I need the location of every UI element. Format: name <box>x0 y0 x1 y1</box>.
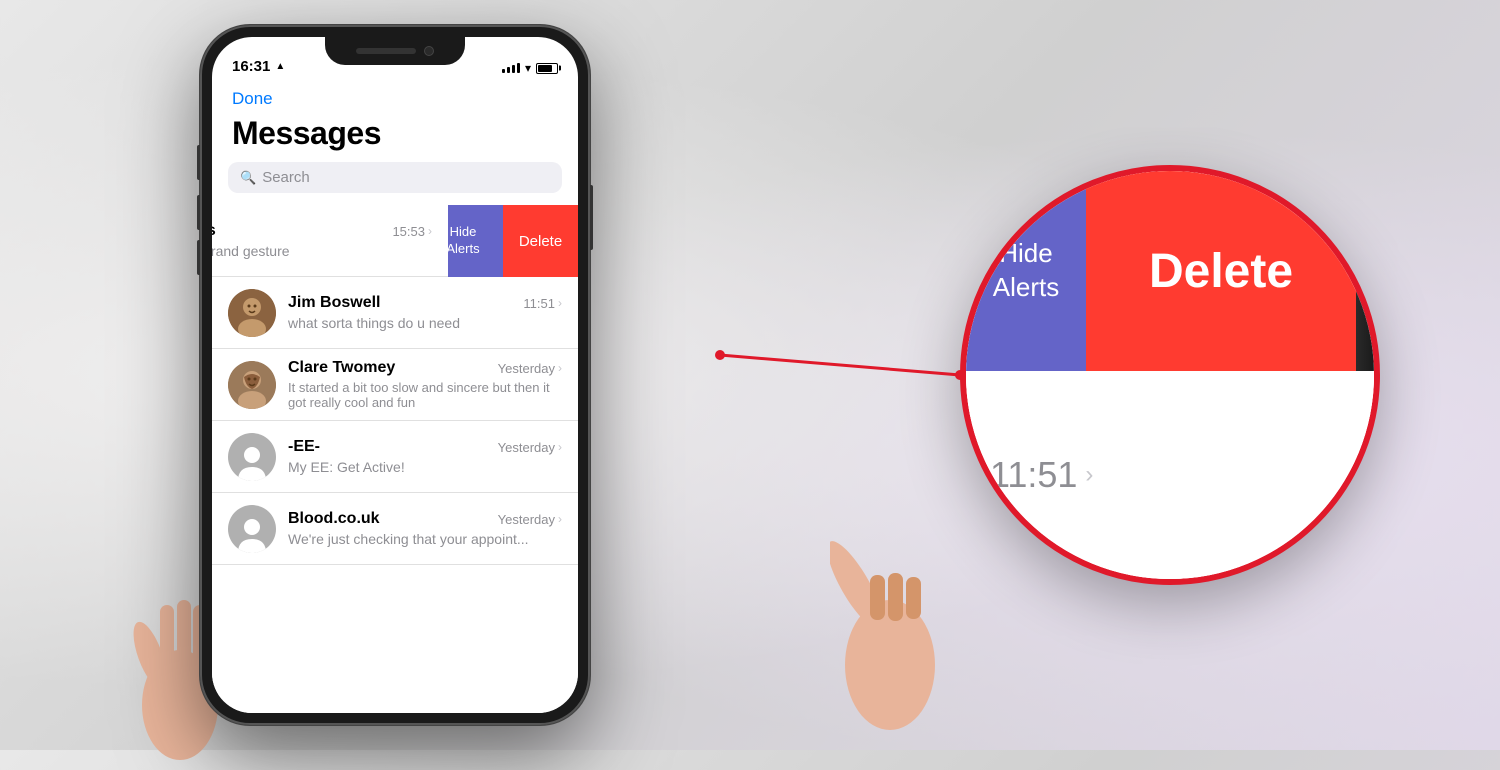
message-body: -EE- Yesterday › My EE: Get Active! <box>288 438 562 475</box>
phone-screen: 16:31 ▲ ▾ <box>212 37 578 713</box>
contact-name: Clare Twomey <box>288 359 395 377</box>
magnified-content: HideAlerts Delete 11:51 › <box>966 171 1374 579</box>
message-body: Jim Boswell 11:51 › what sorta things do… <box>288 294 562 331</box>
mag-top-section: HideAlerts Delete <box>966 171 1374 371</box>
table-row[interactable]: -EE- Yesterday › My EE: Get Active! <box>212 421 578 493</box>
message-preview: ...dly a grand gesture <box>212 243 432 259</box>
chevron-icon: › <box>558 440 562 454</box>
app-content: Done Messages 🔍 Search <box>212 81 578 713</box>
mag-time: 11:51 <box>990 454 1077 496</box>
contact-name: Blood.co.uk <box>288 510 380 528</box>
battery-icon <box>536 63 558 74</box>
message-body: ...wkins 15:53 › ...dly a grand gesture <box>212 222 432 259</box>
hawkins-row-container: H ...wkins 15:53 › ...dly a grand gestur… <box>212 205 578 277</box>
message-preview: My EE: Get Active! <box>288 459 562 475</box>
contact-name: ...wkins <box>212 222 216 240</box>
avatar <box>228 289 276 337</box>
message-time: 11:51 › <box>523 296 562 311</box>
mag-hide-alerts: HideAlerts <box>966 171 1086 371</box>
location-icon: ▲ <box>275 61 285 72</box>
message-time: Yesterday › <box>498 440 562 455</box>
avatar <box>228 505 276 553</box>
avatar <box>228 361 276 409</box>
hand-right <box>830 485 950 750</box>
page-title: Messages <box>212 113 578 162</box>
scene: 16:31 ▲ ▾ <box>0 0 1500 750</box>
search-bar[interactable]: 🔍 Search <box>228 162 562 193</box>
chevron-icon: › <box>558 512 562 526</box>
table-row[interactable]: Blood.co.uk Yesterday › We're just check… <box>212 493 578 565</box>
mag-delete-button[interactable]: Delete <box>1086 171 1356 371</box>
message-time: 15:53 › <box>392 224 432 239</box>
message-time: Yesterday › <box>498 361 562 376</box>
chevron-icon: › <box>558 296 562 310</box>
message-time: Yesterday › <box>498 512 562 527</box>
contact-name: -EE- <box>288 438 320 456</box>
phone-device: 16:31 ▲ ▾ <box>200 25 590 725</box>
phone-notch <box>325 37 465 65</box>
mag-delete-label: Delete <box>1149 244 1293 299</box>
magnified-circle: HideAlerts Delete 11:51 › <box>960 165 1380 585</box>
avatar <box>228 433 276 481</box>
message-list: H ...wkins 15:53 › ...dly a grand gestur… <box>212 205 578 565</box>
message-preview: what sorta things do u need <box>288 315 562 331</box>
message-preview: We're just checking that your appoint... <box>288 531 562 547</box>
done-button[interactable]: Done <box>232 89 273 109</box>
status-icons: ▾ <box>502 61 558 75</box>
status-time: 16:31 ▲ <box>232 58 285 75</box>
table-row[interactable]: Clare Twomey Yesterday › It started a bi… <box>212 349 578 421</box>
mag-phone-edge <box>1356 171 1374 371</box>
chevron-icon: › <box>558 361 562 375</box>
nav-bar: Done <box>212 81 578 113</box>
camera <box>424 46 434 56</box>
speaker <box>356 48 416 54</box>
mag-chevron-icon: › <box>1085 461 1093 489</box>
delete-button[interactable]: Delete <box>503 205 578 277</box>
contact-name: Jim Boswell <box>288 294 380 312</box>
message-preview: It started a bit too slow and sincere bu… <box>288 380 562 410</box>
search-icon: 🔍 <box>240 170 256 186</box>
signal-bars <box>502 63 520 73</box>
message-body: Blood.co.uk Yesterday › We're just check… <box>288 510 562 547</box>
table-row[interactable]: H ...wkins 15:53 › ...dly a grand gestur… <box>212 205 448 277</box>
message-body: Clare Twomey Yesterday › It started a bi… <box>288 359 562 410</box>
mag-hide-alerts-text: HideAlerts <box>985 229 1067 313</box>
mag-bottom-section: 11:51 › <box>966 371 1374 579</box>
table-row[interactable]: Jim Boswell 11:51 › what sorta things do… <box>212 277 578 349</box>
phone-wrapper: 16:31 ▲ ▾ <box>200 25 590 725</box>
search-placeholder: Search <box>262 169 310 186</box>
wifi-icon: ▾ <box>525 61 531 75</box>
chevron-icon: › <box>428 224 432 238</box>
